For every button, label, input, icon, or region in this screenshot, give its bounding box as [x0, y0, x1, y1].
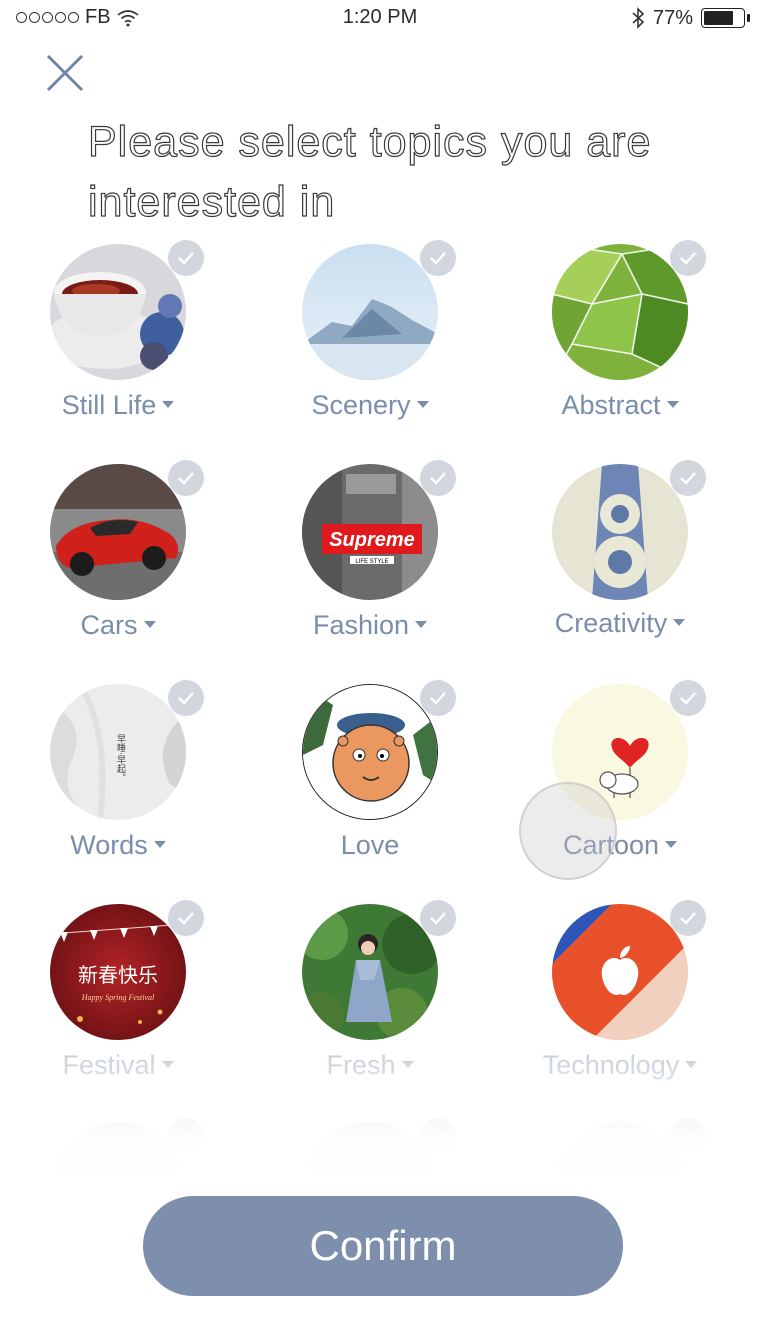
check-icon — [420, 1118, 456, 1154]
check-icon — [420, 900, 456, 936]
topic-item-still-life[interactable]: Still Life — [0, 240, 204, 440]
caret-down-icon[interactable] — [162, 401, 175, 409]
topic-label: Scenery — [252, 390, 488, 421]
still-life-image — [50, 244, 186, 380]
battery-icon — [701, 8, 750, 28]
partial-image — [302, 1122, 438, 1170]
check-icon — [168, 240, 204, 276]
check-icon — [670, 460, 706, 496]
check-icon — [670, 1118, 706, 1154]
topic-item-abstract[interactable]: Abstract — [502, 240, 706, 440]
technology-image — [552, 904, 688, 1040]
topic-item-scenery[interactable]: Scenery — [252, 240, 456, 440]
check-icon — [168, 1118, 204, 1154]
words-image-text: 早睡·早起。 — [115, 734, 126, 782]
battery-percent: 77% — [652, 6, 693, 29]
check-icon — [420, 460, 456, 496]
topic-item-partial-3[interactable] — [502, 1118, 706, 1170]
topic-label: Cars — [0, 610, 236, 641]
caret-down-icon[interactable] — [143, 621, 156, 629]
topic-label: Creativity — [502, 608, 738, 639]
topic-label: Still Life — [0, 390, 236, 421]
topic-item-love[interactable]: Love — [252, 680, 456, 880]
topic-item-technology[interactable]: Technology — [502, 900, 706, 1100]
topic-item-fashion[interactable]: Supreme LIFE STYLE Fashion — [252, 460, 456, 660]
check-icon — [670, 680, 706, 716]
check-icon — [168, 680, 204, 716]
battery-fill — [704, 11, 734, 25]
caret-down-icon[interactable] — [665, 841, 678, 849]
topic-item-festival[interactable]: 新春快乐 Happy Spring Festival Festival — [0, 900, 204, 1100]
partial-image — [50, 1122, 186, 1170]
check-icon — [168, 460, 204, 496]
lifestyle-text: LIFE STYLE — [355, 559, 388, 565]
topic-label: Love — [340, 830, 400, 860]
caret-down-icon[interactable] — [415, 621, 428, 629]
topics-grid: Still Life Scenery Abstract Cars Supreme… — [0, 240, 771, 1170]
supreme-logo-text: Supreme — [329, 529, 415, 551]
scenery-image — [302, 244, 438, 380]
topic-item-cartoon[interactable]: Cartoon — [502, 680, 706, 880]
topic-item-words[interactable]: 早睡·早起。 Words — [0, 680, 204, 880]
topic-item-creativity[interactable]: Creativity — [502, 460, 706, 660]
cars-image — [50, 464, 186, 600]
abstract-image — [552, 244, 688, 380]
caret-down-icon[interactable] — [666, 401, 679, 409]
topic-label: Abstract — [502, 390, 738, 421]
check-icon — [420, 680, 456, 716]
festival-image: 新春快乐 Happy Spring Festival — [50, 904, 186, 1040]
page-title: Please select topics you are interested … — [87, 117, 652, 226]
topic-label: Festival — [0, 1050, 236, 1081]
confirm-button[interactable]: Confirm — [143, 1196, 623, 1296]
caret-down-icon[interactable] — [685, 1061, 698, 1069]
check-icon — [670, 900, 706, 936]
topic-item-partial-1[interactable] — [0, 1118, 204, 1170]
caret-down-icon[interactable] — [401, 1061, 414, 1069]
topic-label: Fresh — [252, 1050, 488, 1081]
words-image: 早睡·早起。 — [50, 684, 186, 820]
caret-down-icon[interactable] — [416, 401, 429, 409]
fresh-image — [302, 904, 438, 1040]
bluetooth-icon — [632, 7, 645, 29]
caret-down-icon[interactable] — [673, 619, 686, 627]
topic-label: Fashion — [252, 610, 488, 641]
partial-image — [552, 1122, 688, 1170]
topic-label: Words — [0, 830, 236, 861]
fashion-image: Supreme LIFE STYLE — [302, 464, 438, 600]
topic-item-cars[interactable]: Cars — [0, 460, 204, 660]
check-icon — [670, 240, 706, 276]
topic-label: Technology — [502, 1050, 738, 1081]
caret-down-icon[interactable] — [161, 1061, 174, 1069]
festival-image-text: 新春快乐 — [78, 963, 158, 987]
cartoon-image — [552, 684, 688, 820]
love-image — [302, 684, 438, 820]
topic-label: Cartoon — [502, 830, 738, 861]
check-icon — [420, 240, 456, 276]
status-bar: FB 1:20 PM 77% — [0, 0, 771, 36]
topic-item-fresh[interactable]: Fresh — [252, 900, 456, 1100]
status-right: 77% — [631, 6, 750, 30]
festival-image-subtext: Happy Spring Festival — [81, 993, 155, 1002]
check-icon — [168, 900, 204, 936]
creativity-image — [552, 464, 688, 600]
topic-item-partial-2[interactable] — [252, 1118, 456, 1170]
close-icon — [46, 54, 84, 92]
close-button[interactable] — [42, 50, 88, 96]
caret-down-icon[interactable] — [153, 841, 166, 849]
